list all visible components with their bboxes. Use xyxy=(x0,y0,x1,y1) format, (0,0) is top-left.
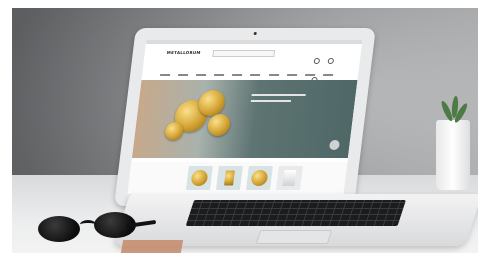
product-tile[interactable] xyxy=(245,166,273,190)
hero-banner[interactable] xyxy=(131,80,358,158)
product-tile[interactable] xyxy=(215,166,243,190)
glasses-bridge xyxy=(80,220,96,229)
nav-item[interactable] xyxy=(286,74,297,76)
nav-item[interactable] xyxy=(178,74,189,76)
nav-item[interactable] xyxy=(196,74,207,76)
bar-product-image xyxy=(224,170,235,186)
webcam-dot xyxy=(253,32,257,35)
plant-pot xyxy=(436,95,470,190)
product-tile[interactable] xyxy=(275,166,303,190)
nav-item[interactable] xyxy=(322,74,334,76)
trackpad xyxy=(255,230,333,244)
sub-nav xyxy=(171,68,328,83)
hero-headline-line xyxy=(250,100,292,102)
keyboard xyxy=(185,200,407,226)
main-nav xyxy=(159,61,341,76)
gold-coin xyxy=(164,122,185,140)
laptop-lid: METALLORUM xyxy=(114,28,376,206)
laptop-base xyxy=(113,194,478,246)
nav-item[interactable] xyxy=(250,74,261,76)
header-icons xyxy=(311,49,351,83)
photo-scene: METALLORUM xyxy=(12,8,478,253)
coin-product-image xyxy=(190,170,209,186)
silver-product-image xyxy=(282,170,297,186)
site-header: METALLORUM xyxy=(143,44,362,83)
laptop-screen: METALLORUM xyxy=(127,40,363,194)
nav-item[interactable] xyxy=(159,74,171,76)
product-tile[interactable] xyxy=(185,166,213,190)
product-row xyxy=(127,162,348,194)
notebook xyxy=(120,240,184,253)
search-input[interactable] xyxy=(212,50,276,57)
gold-coin xyxy=(206,114,232,136)
nav-item[interactable] xyxy=(268,74,279,76)
lens-left xyxy=(38,216,80,242)
carousel-button[interactable] xyxy=(328,140,341,150)
hero-headline-line xyxy=(251,94,306,96)
site-logo[interactable]: METALLORUM xyxy=(167,50,202,55)
nav-item[interactable] xyxy=(304,74,315,76)
coin-product-image xyxy=(250,170,269,186)
gold-coin xyxy=(197,90,227,116)
